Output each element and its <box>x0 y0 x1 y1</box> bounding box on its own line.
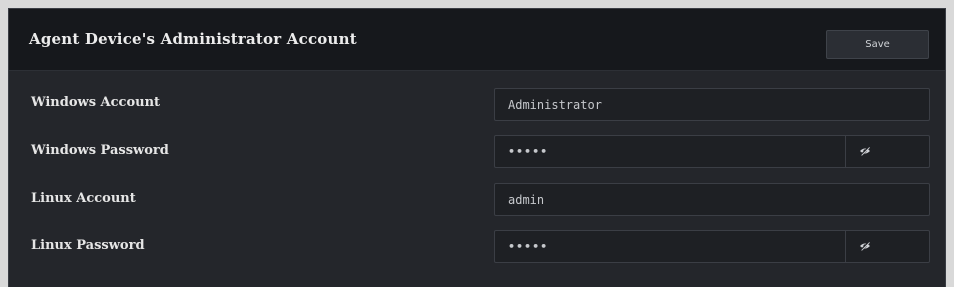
linux-account-input[interactable]: admin <box>494 183 930 216</box>
linux-account-label: Linux Account <box>31 191 136 206</box>
windows-account-label: Windows Account <box>31 95 161 110</box>
eye-slash-icon <box>859 240 871 254</box>
windows-password-toggle-button[interactable] <box>845 136 929 167</box>
windows-password-label: Windows Password <box>31 143 169 158</box>
linux-password-input[interactable]: ••••• <box>494 230 930 263</box>
windows-password-value: ••••• <box>508 145 549 158</box>
windows-account-value: Administrator <box>508 97 602 112</box>
panel-title: Agent Device's Administrator Account <box>29 30 357 48</box>
windows-account-input[interactable]: Administrator <box>494 88 930 121</box>
linux-password-value: ••••• <box>508 240 549 253</box>
linux-password-label: Linux Password <box>31 238 145 253</box>
linux-account-value: admin <box>508 192 545 207</box>
save-button[interactable]: Save <box>826 30 929 59</box>
admin-account-panel: Agent Device's Administrator Account Sav… <box>8 8 946 287</box>
panel-header: Agent Device's Administrator Account Sav… <box>9 9 945 71</box>
eye-slash-icon <box>859 145 871 159</box>
linux-password-toggle-button[interactable] <box>845 231 929 262</box>
windows-password-input[interactable]: ••••• <box>494 135 930 168</box>
